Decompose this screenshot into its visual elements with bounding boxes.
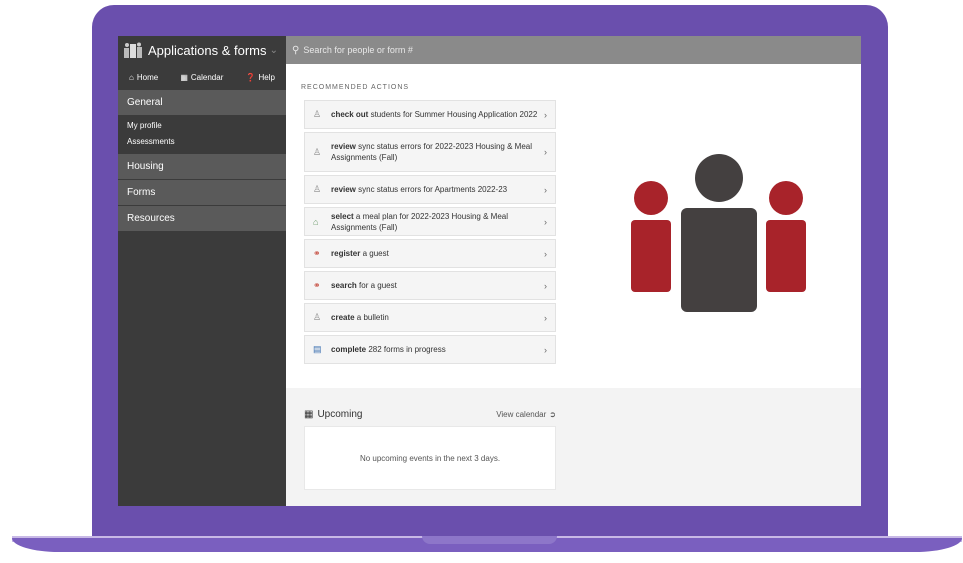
- sidebar-item-my-profile[interactable]: My profile: [118, 118, 286, 134]
- buildings-icon: [124, 42, 142, 58]
- sidebar-item-resources[interactable]: Resources: [118, 206, 286, 232]
- user-icon: ♙: [313, 109, 322, 119]
- people-illustration: [631, 154, 806, 312]
- view-calendar-link[interactable]: View calendar ➲: [496, 410, 556, 419]
- action-item[interactable]: ⌂ select a meal plan for 2022-2023 Housi…: [304, 207, 556, 236]
- sidebar-item-general[interactable]: General: [118, 90, 286, 116]
- nav-help[interactable]: ❓ Help: [245, 73, 274, 82]
- recommended-actions-heading: RECOMMENDED ACTIONS: [301, 84, 410, 91]
- help-icon: ❓: [245, 72, 256, 82]
- nav-home[interactable]: ⌂ Home: [129, 73, 158, 82]
- document-icon: ▤: [313, 344, 322, 354]
- action-item[interactable]: ⚭ search for a guest ›: [304, 271, 556, 300]
- chevron-right-icon: ›: [544, 312, 547, 323]
- guest-icon: ⚭: [313, 248, 321, 258]
- sidebar: Applications & forms ⌄ ⌂ Home ▦ Calendar ❓…: [118, 36, 286, 506]
- app-title: Applications & forms: [148, 42, 267, 58]
- user-icon: ♙: [313, 312, 322, 322]
- chevron-right-icon: ›: [544, 184, 547, 195]
- chevron-right-icon: ›: [544, 216, 547, 227]
- home-icon: ⌂: [129, 72, 134, 82]
- action-item[interactable]: ♙ create a bulletin ›: [304, 303, 556, 332]
- arrow-circle-icon: ➲: [549, 409, 556, 419]
- search-bar[interactable]: ⚲ Search for people or form #: [286, 36, 861, 64]
- top-nav: ⌂ Home ▦ Calendar ❓ Help: [118, 64, 286, 90]
- chevron-right-icon: ›: [544, 280, 547, 291]
- actions-list: ♙ check out students for Summer Housing …: [304, 100, 556, 367]
- calendar-icon: ▦: [180, 72, 188, 82]
- chevron-right-icon: ›: [544, 109, 547, 120]
- calendar-icon: ▦: [304, 408, 314, 420]
- search-input[interactable]: Search for people or form #: [303, 45, 413, 55]
- laptop-notch: [422, 536, 557, 544]
- upcoming-section: ▦ Upcoming View calendar ➲ No upcoming e…: [304, 406, 556, 490]
- action-item[interactable]: ♙ review sync status errors for Apartmen…: [304, 175, 556, 204]
- chevron-down-icon: ⌄: [269, 44, 278, 56]
- nav-calendar[interactable]: ▦ Calendar: [180, 73, 223, 82]
- action-item[interactable]: ♙ check out students for Summer Housing …: [304, 100, 556, 129]
- recommended-panel: RECOMMENDED ACTIONS ♙ check out students…: [286, 64, 861, 388]
- search-icon: ⚲: [292, 44, 300, 56]
- chevron-right-icon: ›: [544, 147, 547, 157]
- user-icon: ♙: [313, 184, 322, 194]
- main-content: RECOMMENDED ACTIONS ♙ check out students…: [286, 64, 861, 506]
- action-item[interactable]: ▤ complete 282 forms in progress ›: [304, 335, 556, 364]
- action-item[interactable]: ♙ review sync status errors for 2022-202…: [304, 132, 556, 172]
- action-item[interactable]: ⚭ register a guest ›: [304, 239, 556, 268]
- home-icon: ⌂: [313, 216, 319, 227]
- user-icon: ♙: [313, 146, 322, 157]
- sidebar-item-housing[interactable]: Housing: [118, 154, 286, 180]
- app-switcher[interactable]: Applications & forms ⌄: [118, 36, 286, 64]
- upcoming-title: ▦ Upcoming: [304, 408, 363, 420]
- guest-icon: ⚭: [313, 280, 321, 290]
- upcoming-empty-state: No upcoming events in the next 3 days.: [304, 426, 556, 490]
- sidebar-item-assessments[interactable]: Assessments: [118, 134, 286, 150]
- screen: Applications & forms ⌄ ⌂ Home ▦ Calendar ❓…: [118, 36, 861, 506]
- chevron-right-icon: ›: [544, 344, 547, 355]
- sidebar-item-forms[interactable]: Forms: [118, 180, 286, 206]
- chevron-right-icon: ›: [544, 248, 547, 259]
